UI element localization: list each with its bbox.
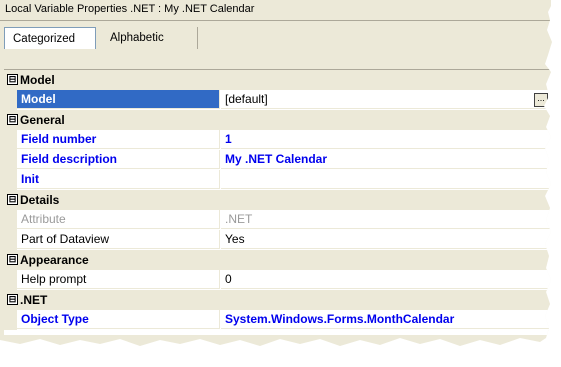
property-row-field-number[interactable]: Field number 1: [4, 130, 552, 150]
properties-window: Local Variable Properties .NET : My .NET…: [0, 0, 552, 346]
property-name[interactable]: Field number: [17, 130, 220, 149]
row-gutter: [4, 130, 17, 150]
category-label: Model: [20, 73, 55, 87]
property-row-attribute[interactable]: Attribute .NET: [4, 210, 552, 230]
category-label: .NET: [20, 293, 48, 307]
property-value-text: [default]: [225, 92, 268, 106]
row-gutter: [4, 310, 17, 330]
property-name[interactable]: Attribute: [17, 210, 220, 229]
title-bar: Local Variable Properties .NET : My .NET…: [0, 0, 552, 21]
property-value[interactable]: Yes: [221, 230, 552, 249]
property-row-object-type[interactable]: Object Type System.Windows.Forms.MonthCa…: [4, 310, 552, 330]
property-name[interactable]: Help prompt: [17, 270, 220, 289]
collapse-icon[interactable]: ⊟: [7, 114, 18, 125]
collapse-icon[interactable]: ⊟: [7, 254, 18, 265]
property-row-model[interactable]: Model [default] ...: [4, 90, 552, 110]
tab-alphabetic[interactable]: Alphabetic: [102, 27, 198, 49]
property-name[interactable]: Object Type: [17, 310, 220, 329]
category-appearance[interactable]: ⊟ Appearance: [4, 250, 552, 270]
property-grid: ⊟ Model Model [default] ... ⊟ General Fi…: [4, 69, 552, 335]
property-row-help-prompt[interactable]: Help prompt 0: [4, 270, 552, 290]
collapse-icon[interactable]: ⊟: [7, 74, 18, 85]
property-name[interactable]: Part of Dataview: [17, 230, 220, 249]
property-name[interactable]: Field description: [17, 150, 220, 169]
property-row-init[interactable]: Init: [4, 170, 552, 190]
row-gutter: [4, 150, 17, 170]
ellipsis-button[interactable]: ...: [534, 93, 548, 107]
tab-categorized[interactable]: Categorized: [4, 27, 96, 49]
property-name[interactable]: Model: [17, 90, 220, 109]
row-gutter: [4, 270, 17, 290]
category-label: Details: [20, 193, 60, 207]
property-row-field-description[interactable]: Field description My .NET Calendar: [4, 150, 552, 170]
property-value[interactable]: My .NET Calendar: [221, 150, 552, 169]
row-gutter: [4, 230, 17, 250]
property-value[interactable]: System.Windows.Forms.MonthCalendar: [221, 310, 552, 329]
property-name[interactable]: Init: [17, 170, 220, 189]
category-details[interactable]: ⊟ Details: [4, 190, 552, 210]
property-value[interactable]: .NET: [221, 210, 552, 229]
category-general[interactable]: ⊟ General: [4, 110, 552, 130]
collapse-icon[interactable]: ⊟: [7, 194, 18, 205]
row-gutter: [4, 170, 17, 190]
property-value[interactable]: 1: [221, 130, 552, 149]
row-gutter: [4, 210, 17, 230]
property-value[interactable]: [default] ...: [221, 90, 552, 109]
window-title: Local Variable Properties .NET : My .NET…: [5, 3, 255, 15]
row-gutter: [4, 90, 17, 110]
property-value[interactable]: [221, 170, 552, 189]
property-row-part-of-dataview[interactable]: Part of Dataview Yes: [4, 230, 552, 250]
category-label: General: [20, 113, 65, 127]
category-model[interactable]: ⊟ Model: [4, 70, 552, 90]
collapse-icon[interactable]: ⊟: [7, 294, 18, 305]
category-label: Appearance: [20, 253, 89, 267]
property-value[interactable]: 0: [221, 270, 552, 289]
category-net[interactable]: ⊟ .NET: [4, 290, 552, 310]
